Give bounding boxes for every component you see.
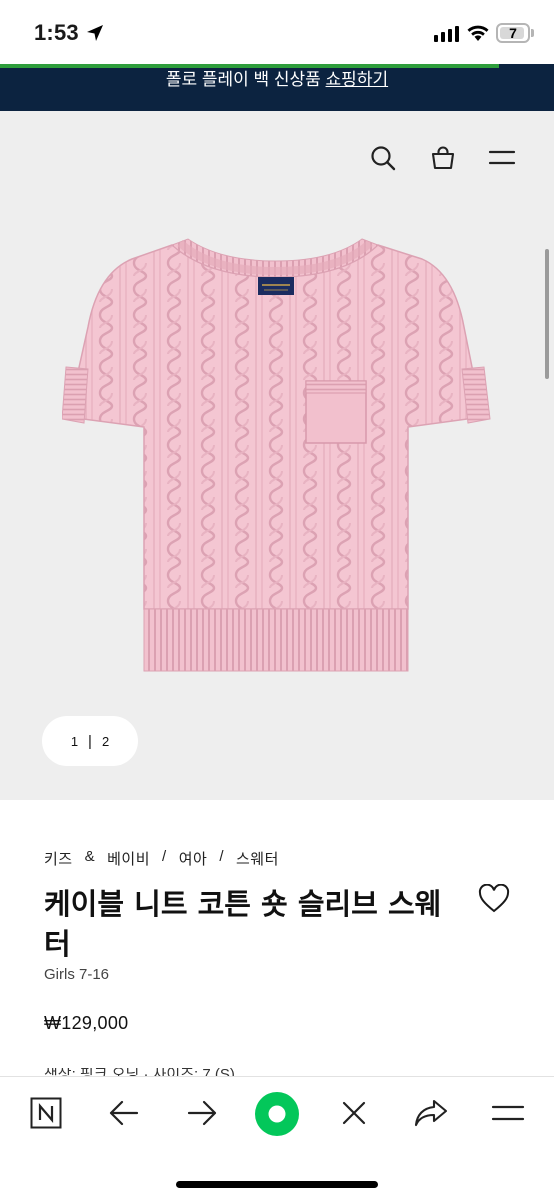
battery-icon: 7 — [496, 23, 530, 43]
promo-banner[interactable]: 폴로 플레이 백 신상품 쇼핑하기 — [0, 68, 554, 111]
wifi-icon — [467, 25, 489, 41]
breadcrumb-item[interactable]: 스웨터 — [236, 848, 279, 869]
promo-shop-link[interactable]: 쇼핑하기 — [326, 70, 389, 89]
shopping-bag-icon[interactable] — [430, 145, 456, 171]
product-subtitle: Girls 7-16 — [44, 966, 110, 983]
pager-current[interactable]: 1 — [71, 734, 78, 749]
product-color-size: 색상: 핑크 오닝 · 사이즈: 7 (S) — [44, 1068, 235, 1076]
battery-cap — [531, 29, 534, 37]
product-image-gallery[interactable]: 1 | 2 — [0, 111, 554, 800]
cellular-signal-icon — [434, 26, 459, 42]
back-icon[interactable] — [106, 1093, 142, 1133]
naver-icon[interactable] — [28, 1093, 64, 1133]
status-time: 1:53 — [34, 20, 79, 45]
breadcrumb-item: & — [84, 848, 96, 865]
status-bar: 1:53 7 — [0, 0, 554, 66]
breadcrumb-item[interactable]: 여아 — [179, 848, 208, 869]
menu-icon[interactable] — [490, 1093, 526, 1133]
menu-icon[interactable] — [488, 149, 516, 167]
pager-separator: | — [88, 732, 92, 750]
product-price: ₩129,000 — [44, 1013, 129, 1033]
close-icon[interactable] — [338, 1093, 370, 1133]
scroll-indicator — [545, 249, 549, 379]
home-indicator[interactable] — [176, 1181, 378, 1188]
forward-icon[interactable] — [184, 1093, 220, 1133]
breadcrumb-item[interactable]: 베이비 — [107, 848, 150, 869]
product-title: 케이블 니트 코튼 숏 슬리브 스웨터 — [44, 887, 442, 961]
breadcrumb: 키즈 & 베이비 / 여아 / 스웨터 — [44, 848, 279, 869]
product-image-sweater — [62, 238, 491, 672]
share-icon[interactable] — [412, 1093, 450, 1133]
search-icon[interactable] — [370, 145, 396, 171]
breadcrumb-separator: / — [219, 848, 224, 865]
breadcrumb-item[interactable]: 키즈 — [44, 848, 73, 869]
naver-green-dot-icon[interactable] — [254, 1091, 300, 1137]
battery-level: 7 — [509, 25, 517, 41]
breadcrumb-separator: / — [162, 848, 167, 865]
pager-total[interactable]: 2 — [102, 734, 109, 749]
promo-text: 폴로 플레이 백 신상품 — [165, 70, 321, 89]
location-arrow-icon — [87, 25, 103, 41]
image-pager[interactable]: 1 | 2 — [42, 716, 138, 766]
wishlist-heart-icon[interactable] — [478, 884, 510, 914]
